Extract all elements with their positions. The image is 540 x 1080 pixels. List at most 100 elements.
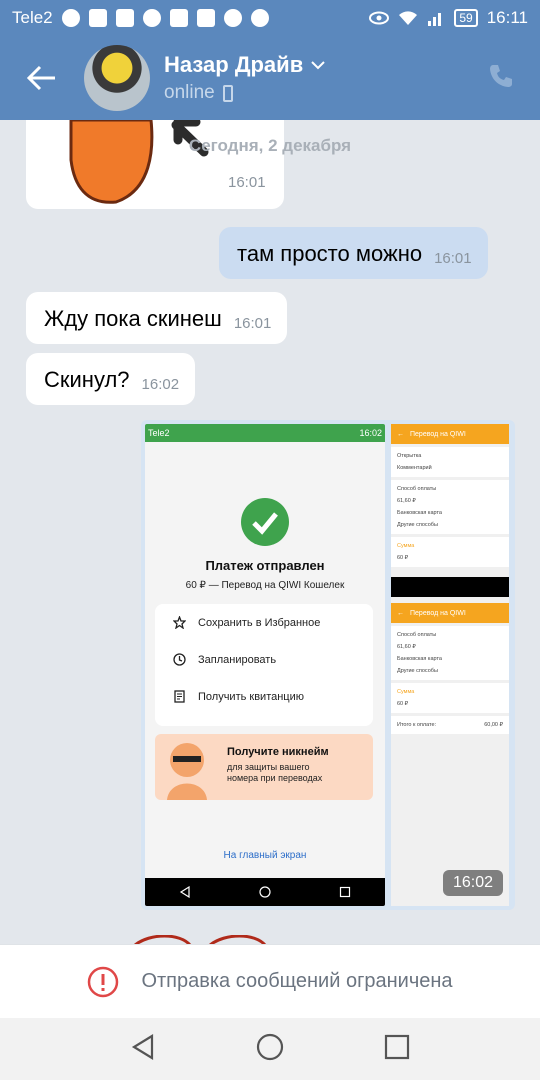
chat-title[interactable]: Назар Драйв online [164, 52, 325, 104]
mini-label: 60 ₽ [397, 701, 409, 707]
mini-label: 61,60 ₽ [397, 644, 416, 650]
phone-icon [490, 64, 512, 87]
action-label: Сохранить в Избранное [198, 616, 321, 629]
mini-label: Сумма [397, 543, 415, 549]
receipt-icon [174, 690, 185, 703]
message-time: 16:01 [233, 315, 272, 332]
mini-label: Способ оплаты [397, 632, 437, 638]
partial-sticker [134, 935, 266, 944]
action-label: Запланировать [198, 653, 277, 666]
eye-icon [369, 11, 390, 25]
mini-card: Итого к оплате: 60,00 ₽ [391, 716, 509, 734]
message-text: там просто можно [237, 241, 423, 266]
screenshot-nav-bar [145, 878, 385, 906]
payment-subtitle: 60 ₽ — Перевод на QIWI Кошелек [185, 580, 345, 591]
action-label: Получить квитанцию [198, 690, 305, 703]
screenshot-status-bar: Tele2 16:02 [145, 424, 385, 442]
message-time: 16:01 [434, 250, 472, 267]
clock-icon [173, 653, 186, 666]
message-icon [223, 9, 242, 27]
notification-icon [61, 9, 80, 27]
mini-label: Другие способы [397, 668, 438, 674]
message-list[interactable]: 16:01 Сегодня, 2 декабря там просто можн… [0, 120, 540, 944]
message-bubble-incoming[interactable]: Скинул? 16:02 [26, 353, 196, 405]
back-triangle-icon [131, 1033, 154, 1060]
message-text: Скинул? [44, 367, 130, 392]
notification-icon [169, 9, 188, 27]
nav-home-button[interactable] [256, 1033, 284, 1066]
mini-nav-bar [391, 577, 509, 597]
app-icon [250, 9, 269, 27]
promo-title: Получите никнейм [227, 746, 329, 758]
star-icon [173, 616, 186, 629]
mini-label: Способ оплаты [397, 486, 437, 492]
mini-card: Способ оплаты 61,60 ₽ Банковская карта Д… [391, 480, 509, 534]
chat-header: Назар Драйв online [0, 36, 540, 120]
actions-card: Сохранить в Избранное Запланировать Полу… [155, 604, 373, 726]
check-circle-icon [241, 498, 289, 546]
mobile-phone-icon [222, 84, 233, 102]
home-link: На главный экран [223, 850, 307, 861]
image-attachment[interactable]: Tele2 16:02 Платеж отправлен 60 ₽ — Пере… [141, 420, 515, 910]
chevron-down-icon [311, 60, 325, 69]
recents-square-icon [339, 886, 351, 898]
mini-card: Сумма 60 ₽ [391, 537, 509, 567]
action-row: Получить квитанцию [155, 678, 373, 715]
arrow-back-icon [27, 65, 55, 91]
mini-label: Банковская карта [397, 656, 442, 662]
action-row: Сохранить в Избранное [155, 604, 373, 641]
message-bubble-outgoing[interactable]: там просто можно 16:01 [219, 227, 488, 279]
promo-card: Получите никнейм для защиты вашего номер… [155, 734, 373, 800]
mini-header-title: Перевод на QIWI [410, 609, 466, 617]
call-button[interactable] [488, 63, 514, 94]
mini-label: Комментарий [397, 465, 432, 471]
mini-header: ← Перевод на QIWI [391, 603, 509, 623]
avatar[interactable] [84, 45, 150, 111]
mini-header: ← Перевод на QIWI [391, 424, 509, 444]
banner-text: Отправка сообщений ограничена [141, 970, 453, 992]
message-text: Жду пока скинеш [44, 306, 222, 331]
notification-icon [88, 9, 107, 27]
home-circle-icon [256, 1033, 284, 1060]
message-time: 16:02 [141, 376, 180, 393]
back-triangle-icon [179, 886, 190, 898]
wifi-icon [399, 11, 418, 25]
mini-label: Сумма [397, 689, 415, 695]
mini-label: 60,00 ₽ [484, 722, 503, 728]
attachment-time: 16:02 [442, 870, 503, 896]
nav-back-button[interactable] [130, 1033, 156, 1066]
screenshot-clock: 16:02 [359, 428, 382, 438]
message-time: 16:01 [228, 174, 266, 191]
payment-title: Платеж отправлен [205, 558, 325, 573]
online-status: online [164, 82, 215, 103]
mini-label: Итого к оплате: [397, 722, 437, 728]
mini-label: Банковская карта [397, 510, 442, 516]
date-separator: Сегодня, 2 декабря [188, 136, 352, 155]
promo-text: для защиты вашего номера при переводах [227, 762, 323, 783]
mini-label: Другие способы [397, 522, 438, 528]
clock: 16:11 [486, 8, 528, 27]
mini-header-title: Перевод на QIWI [410, 430, 466, 438]
mini-label: 61,60 ₽ [397, 498, 416, 504]
home-circle-icon [259, 886, 271, 898]
recents-square-icon [384, 1034, 410, 1059]
back-button[interactable] [0, 36, 84, 120]
nav-recents-button[interactable] [384, 1034, 410, 1065]
system-nav-bar [0, 1018, 540, 1080]
signal-icon [428, 13, 442, 26]
sticker-message[interactable]: 16:01 [26, 120, 284, 209]
sd-card-icon [115, 9, 134, 27]
message-bubble-incoming[interactable]: Жду пока скинеш 16:01 [26, 292, 288, 344]
status-bar: Tele2 59 16:11 [0, 0, 540, 36]
battery-icon: 59 [454, 9, 478, 27]
mini-card: Открытка Комментарий [391, 447, 509, 477]
gallery-icon [196, 9, 215, 27]
mini-card: Сумма 60 ₽ [391, 683, 509, 713]
wifi-hotspot-icon [142, 9, 161, 27]
contact-name: Назар Драйв [164, 52, 304, 77]
mini-label: Открытка [397, 453, 422, 459]
mini-label: 60 ₽ [397, 555, 409, 561]
action-row: Запланировать [155, 641, 373, 678]
screenshot-phone-main: Tele2 16:02 Платеж отправлен 60 ₽ — Пере… [145, 424, 385, 906]
mini-card: Способ оплаты 61,60 ₽ Банковская карта Д… [391, 626, 509, 680]
